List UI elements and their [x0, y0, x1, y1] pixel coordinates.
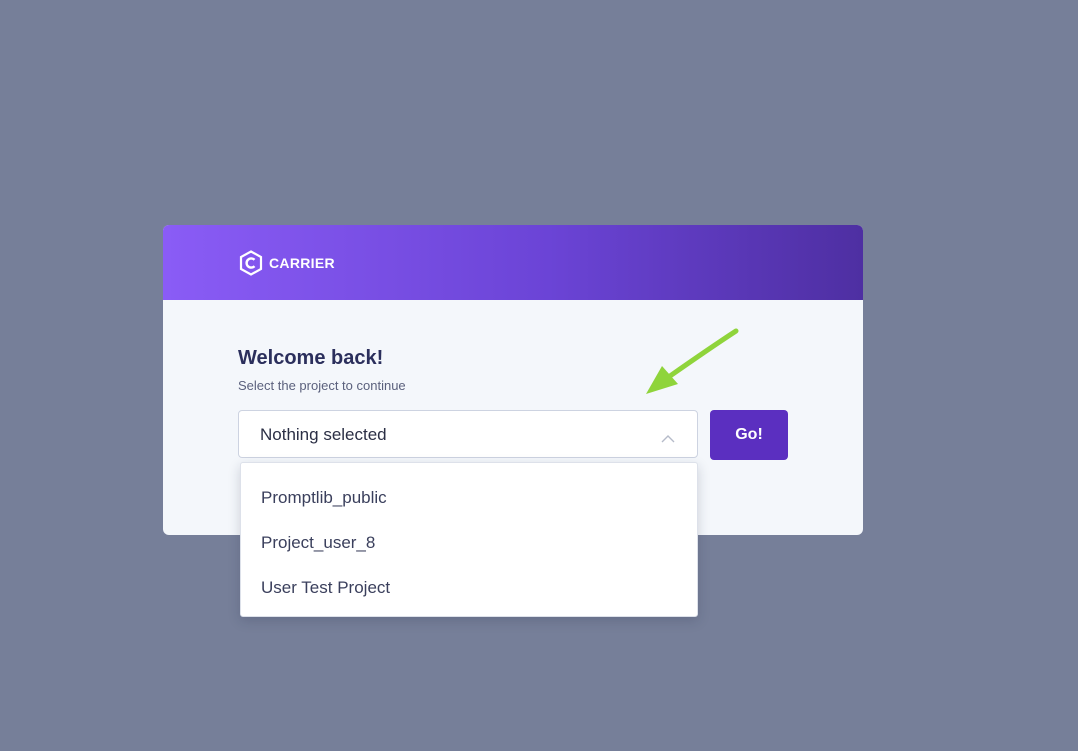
go-button[interactable]: Go!	[710, 410, 788, 460]
carrier-logo-icon	[239, 250, 263, 276]
logo-text: CARRIER	[269, 255, 335, 271]
welcome-title: Welcome back!	[238, 347, 384, 369]
project-dropdown: Promptlib_public Project_user_8 User Tes…	[240, 462, 698, 617]
dropdown-option-project-user-8[interactable]: Project_user_8	[241, 520, 697, 565]
chevron-up-icon	[661, 430, 675, 448]
project-select-value: Nothing selected	[260, 425, 387, 444]
welcome-subtitle: Select the project to continue	[238, 378, 406, 393]
carrier-logo: CARRIER	[239, 250, 335, 276]
dropdown-option-promptlib-public[interactable]: Promptlib_public	[241, 475, 697, 520]
login-page: CARRIER Welcome back! Select the project…	[0, 0, 1078, 751]
dropdown-option-user-test-project[interactable]: User Test Project	[241, 565, 697, 610]
project-select[interactable]: Nothing selected	[238, 410, 698, 458]
card-header: CARRIER	[163, 225, 863, 300]
green-arrow-icon	[640, 328, 740, 403]
